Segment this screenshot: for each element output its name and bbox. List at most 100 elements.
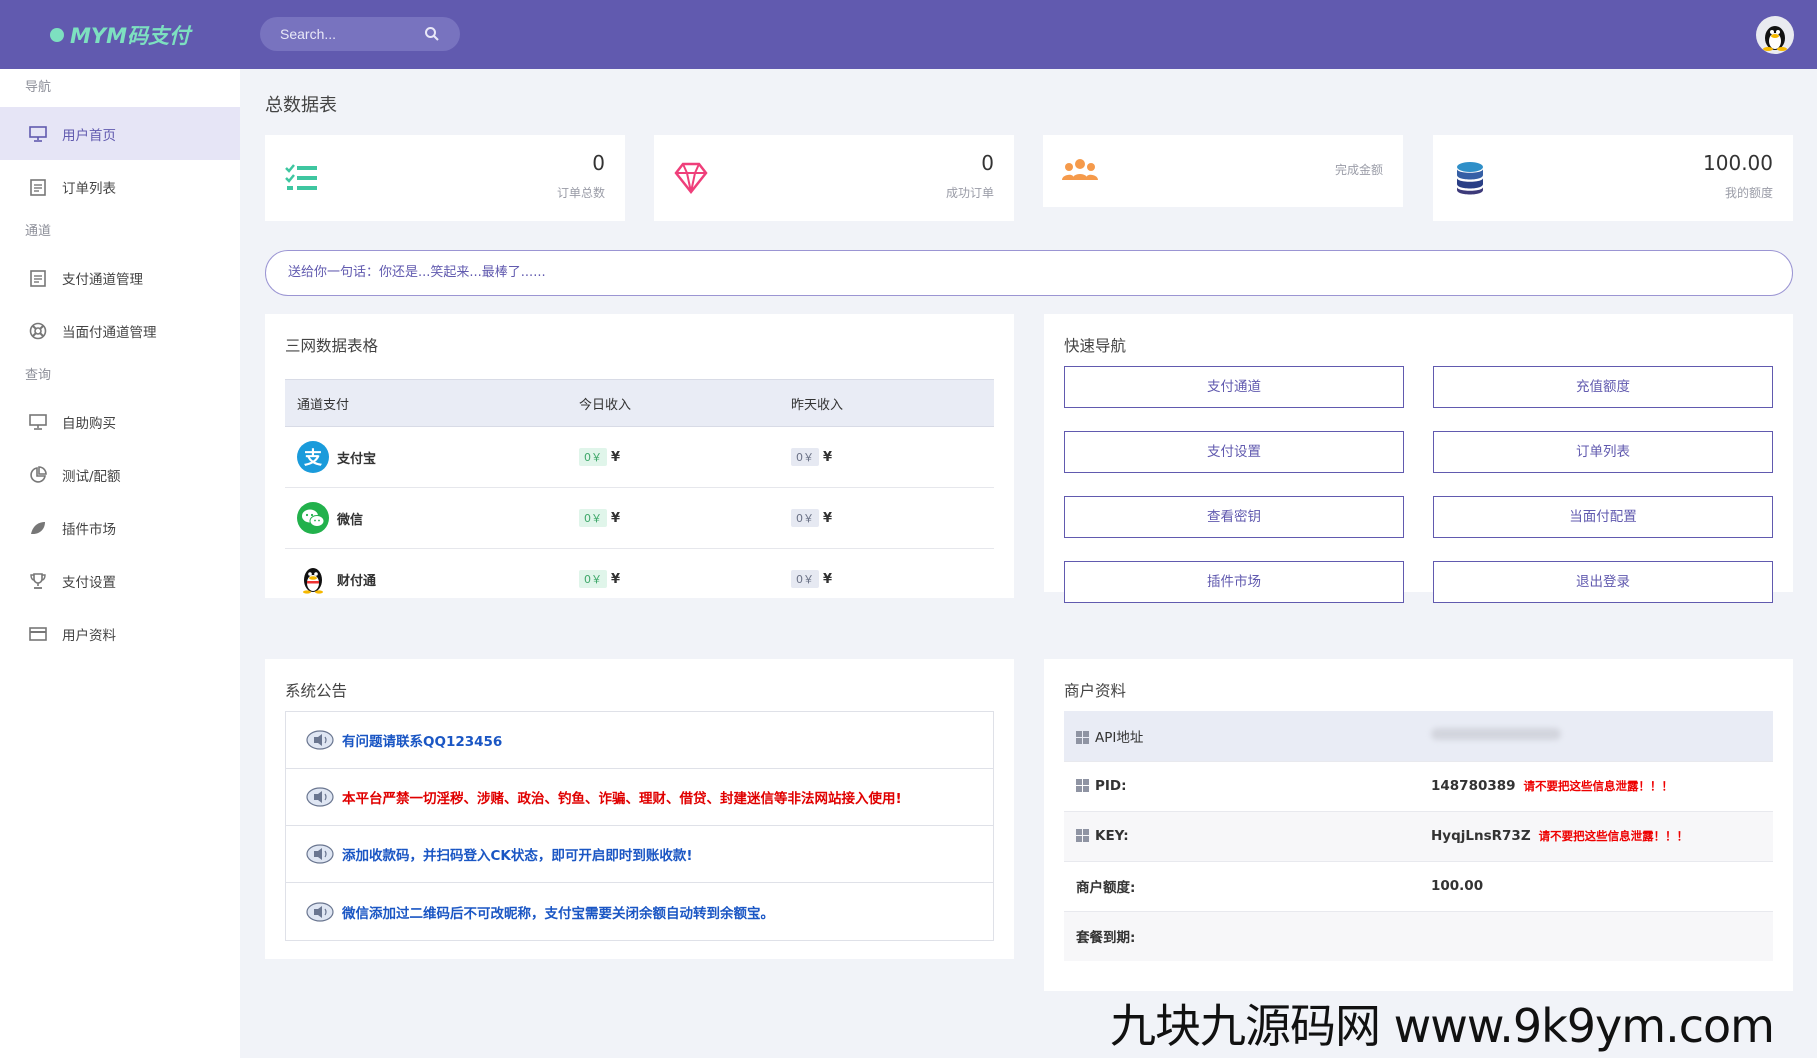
sidebar-item-label: 支付通道管理 — [62, 271, 143, 288]
key-value-cell: HyqjLnsR73Z 请不要把这些信息泄露！！！ — [1419, 811, 1773, 862]
notice-item: 微信添加过二维码后不可改昵称，支付宝需要关闭余额自动转到余额宝。 — [286, 883, 993, 940]
stat-value: 100.00 — [1703, 151, 1773, 175]
speaker-icon — [306, 901, 334, 922]
sidebar-item-user-profile[interactable]: 用户资料 — [0, 607, 240, 660]
yesterday-cell: 0￥ ¥ — [779, 426, 994, 488]
brand-logo[interactable]: MYM码支付 — [50, 20, 190, 50]
sidebar-section-title: 通道 — [25, 224, 52, 239]
quick-nav-channel-button[interactable]: 支付通道 — [1064, 366, 1404, 408]
sidebar-item-label: 用户资料 — [62, 627, 116, 644]
sidebar-item-channel-manage[interactable]: 支付通道管理 — [0, 251, 240, 304]
quota-value-cell: 100.00 — [1419, 861, 1773, 912]
channel-name: 财付通 — [337, 573, 377, 589]
table-header: 今日收入 — [567, 379, 779, 427]
stat-value: 0 — [592, 151, 605, 175]
table-row: 支 支付宝 0￥ ¥ 0￥ ¥ — [285, 426, 994, 488]
today-cell: 0￥ ¥ — [567, 549, 779, 610]
panel-title: 快速导航 — [1064, 337, 1127, 355]
table-header: 通道支付 — [285, 379, 567, 427]
quick-nav-f2f-config-button[interactable]: 当面付配置 — [1433, 496, 1773, 538]
lifebuoy-icon — [28, 321, 48, 341]
sidebar-item-order-list[interactable]: 订单列表 — [0, 160, 240, 213]
merchant-info-panel: 商户资料 API地址 PID: 148780389 请不要把这些信息泄露！！！ K… — [1044, 659, 1793, 991]
sidebar-item-self-purchase[interactable]: 自助购买 — [0, 395, 240, 448]
brand-name: MYM码支付 — [70, 24, 191, 48]
notice-item: 添加收款码，并扫码登入CK状态，即可开启即时到账收款! — [286, 826, 993, 883]
currency-symbol: ¥ — [823, 511, 833, 526]
today-cell: 0￥ ¥ — [567, 487, 779, 549]
diamond-icon — [674, 162, 708, 195]
today-income-badge: 0￥ — [579, 448, 607, 466]
user-avatar[interactable] — [1756, 16, 1794, 54]
stat-card-my-quota: 100.00 我的额度 — [1433, 135, 1793, 221]
sidebar-item-label: 插件市场 — [62, 521, 116, 538]
quick-nav-view-key-button[interactable]: 查看密钥 — [1064, 496, 1404, 538]
clipboard-icon — [28, 177, 48, 197]
yesterday-income-badge: 0￥ — [791, 509, 819, 527]
key-label: KEY: — [1095, 828, 1129, 844]
table-row: API地址 — [1064, 711, 1773, 762]
channel-cell: 微信 — [285, 487, 567, 549]
stat-card-total-orders: 0 订单总数 — [265, 135, 625, 221]
table-row: PID: 148780389 请不要把这些信息泄露！！！ — [1064, 761, 1773, 812]
expire-value-cell — [1419, 911, 1773, 961]
alipay-icon: 支 — [297, 441, 329, 473]
tenpay-penguin-icon — [297, 563, 329, 596]
clipboard-icon — [28, 268, 48, 288]
trophy-icon — [28, 571, 48, 591]
monitor-icon — [28, 412, 48, 432]
pie-chart-icon — [28, 465, 48, 485]
top-navbar: MYM码支付 — [0, 0, 1817, 69]
table-row: 套餐到期: — [1064, 911, 1773, 961]
grid-icon — [1076, 779, 1089, 792]
sidebar-item-user-home[interactable]: 用户首页 — [0, 107, 240, 160]
table-header-row: 通道支付 今日收入 昨天收入 — [285, 379, 994, 427]
table-row: 商户额度: 100.00 — [1064, 861, 1773, 912]
pid-value: 148780389 — [1431, 778, 1516, 794]
wechat-icon — [297, 502, 329, 534]
sidebar-item-test-quota[interactable]: 测试/配额 — [0, 448, 240, 501]
search-box — [260, 17, 460, 51]
network-data-panel: 三网数据表格 通道支付 今日收入 昨天收入 支 支付宝 0￥ ¥ 0￥ ¥ 微信 0… — [265, 314, 1014, 598]
quick-nav-logout-button[interactable]: 退出登录 — [1433, 561, 1773, 603]
warning-text: 请不要把这些信息泄露！！！ — [1538, 829, 1689, 843]
sidebar: 导航 用户首页 订单列表 通道 支付通道管理 当面付通道管理 查询 自助购买 测… — [0, 69, 240, 1058]
sidebar-item-label: 支付设置 — [62, 574, 116, 591]
yesterday-cell: 0￥ ¥ — [779, 549, 994, 610]
sidebar-item-f2f-channel-manage[interactable]: 当面付通道管理 — [0, 304, 240, 357]
sidebar-item-payment-settings[interactable]: 支付设置 — [0, 554, 240, 607]
sidebar-item-plugin-market[interactable]: 插件市场 — [0, 501, 240, 554]
quick-nav-plugin-market-button[interactable]: 插件市场 — [1064, 561, 1404, 603]
sidebar-item-label: 订单列表 — [62, 180, 116, 197]
sidebar-section-title: 查询 — [25, 368, 52, 383]
api-label-cell: API地址 — [1064, 711, 1419, 762]
system-notice-panel: 系统公告 有问题请联系QQ123456 本平台严禁一切淫秽、涉赌、政治、钓鱼、诈… — [265, 659, 1014, 959]
currency-symbol: ¥ — [611, 511, 621, 526]
key-value: HyqjLnsR73Z — [1431, 828, 1531, 844]
quick-nav-order-list-button[interactable]: 订单列表 — [1433, 431, 1773, 473]
api-url-blurred — [1431, 727, 1561, 740]
sidebar-item-label: 当面付通道管理 — [62, 324, 157, 341]
search-icon[interactable] — [424, 26, 440, 42]
database-icon — [1457, 162, 1483, 195]
watermark: 九块九源码网 www.9k9ym.com — [1110, 999, 1775, 1053]
notice-item: 有问题请联系QQ123456 — [286, 712, 993, 769]
quick-nav-recharge-button[interactable]: 充值额度 — [1433, 366, 1773, 408]
grid-icon — [1076, 829, 1089, 842]
speaker-icon — [306, 844, 334, 864]
notice-text: 本平台严禁一切淫秽、涉赌、政治、钓鱼、诈骗、理财、借贷、封建迷信等非法网站接入使… — [342, 791, 902, 807]
notice-text: 微信添加过二维码后不可改昵称，支付宝需要关闭余额自动转到余额宝。 — [342, 905, 774, 922]
quota-label-cell: 商户额度: — [1064, 861, 1419, 912]
channel-cell: 财付通 — [285, 549, 567, 610]
quick-nav-payment-settings-button[interactable]: 支付设置 — [1064, 431, 1404, 473]
today-income-badge: 0￥ — [579, 509, 607, 527]
stat-card-completed-amount: 完成金额 — [1043, 135, 1403, 207]
search-input[interactable] — [280, 26, 420, 42]
card-icon — [28, 624, 48, 644]
pid-label: PID: — [1095, 778, 1127, 794]
stat-value: 0 — [981, 151, 994, 175]
yesterday-cell: 0￥ ¥ — [779, 487, 994, 549]
table-row: 微信 0￥ ¥ 0￥ ¥ — [285, 487, 994, 549]
quick-nav-panel: 快速导航 支付通道 充值额度 支付设置 订单列表 查看密钥 当面付配置 插件市场… — [1044, 314, 1793, 603]
expire-label-cell: 套餐到期: — [1064, 911, 1419, 961]
